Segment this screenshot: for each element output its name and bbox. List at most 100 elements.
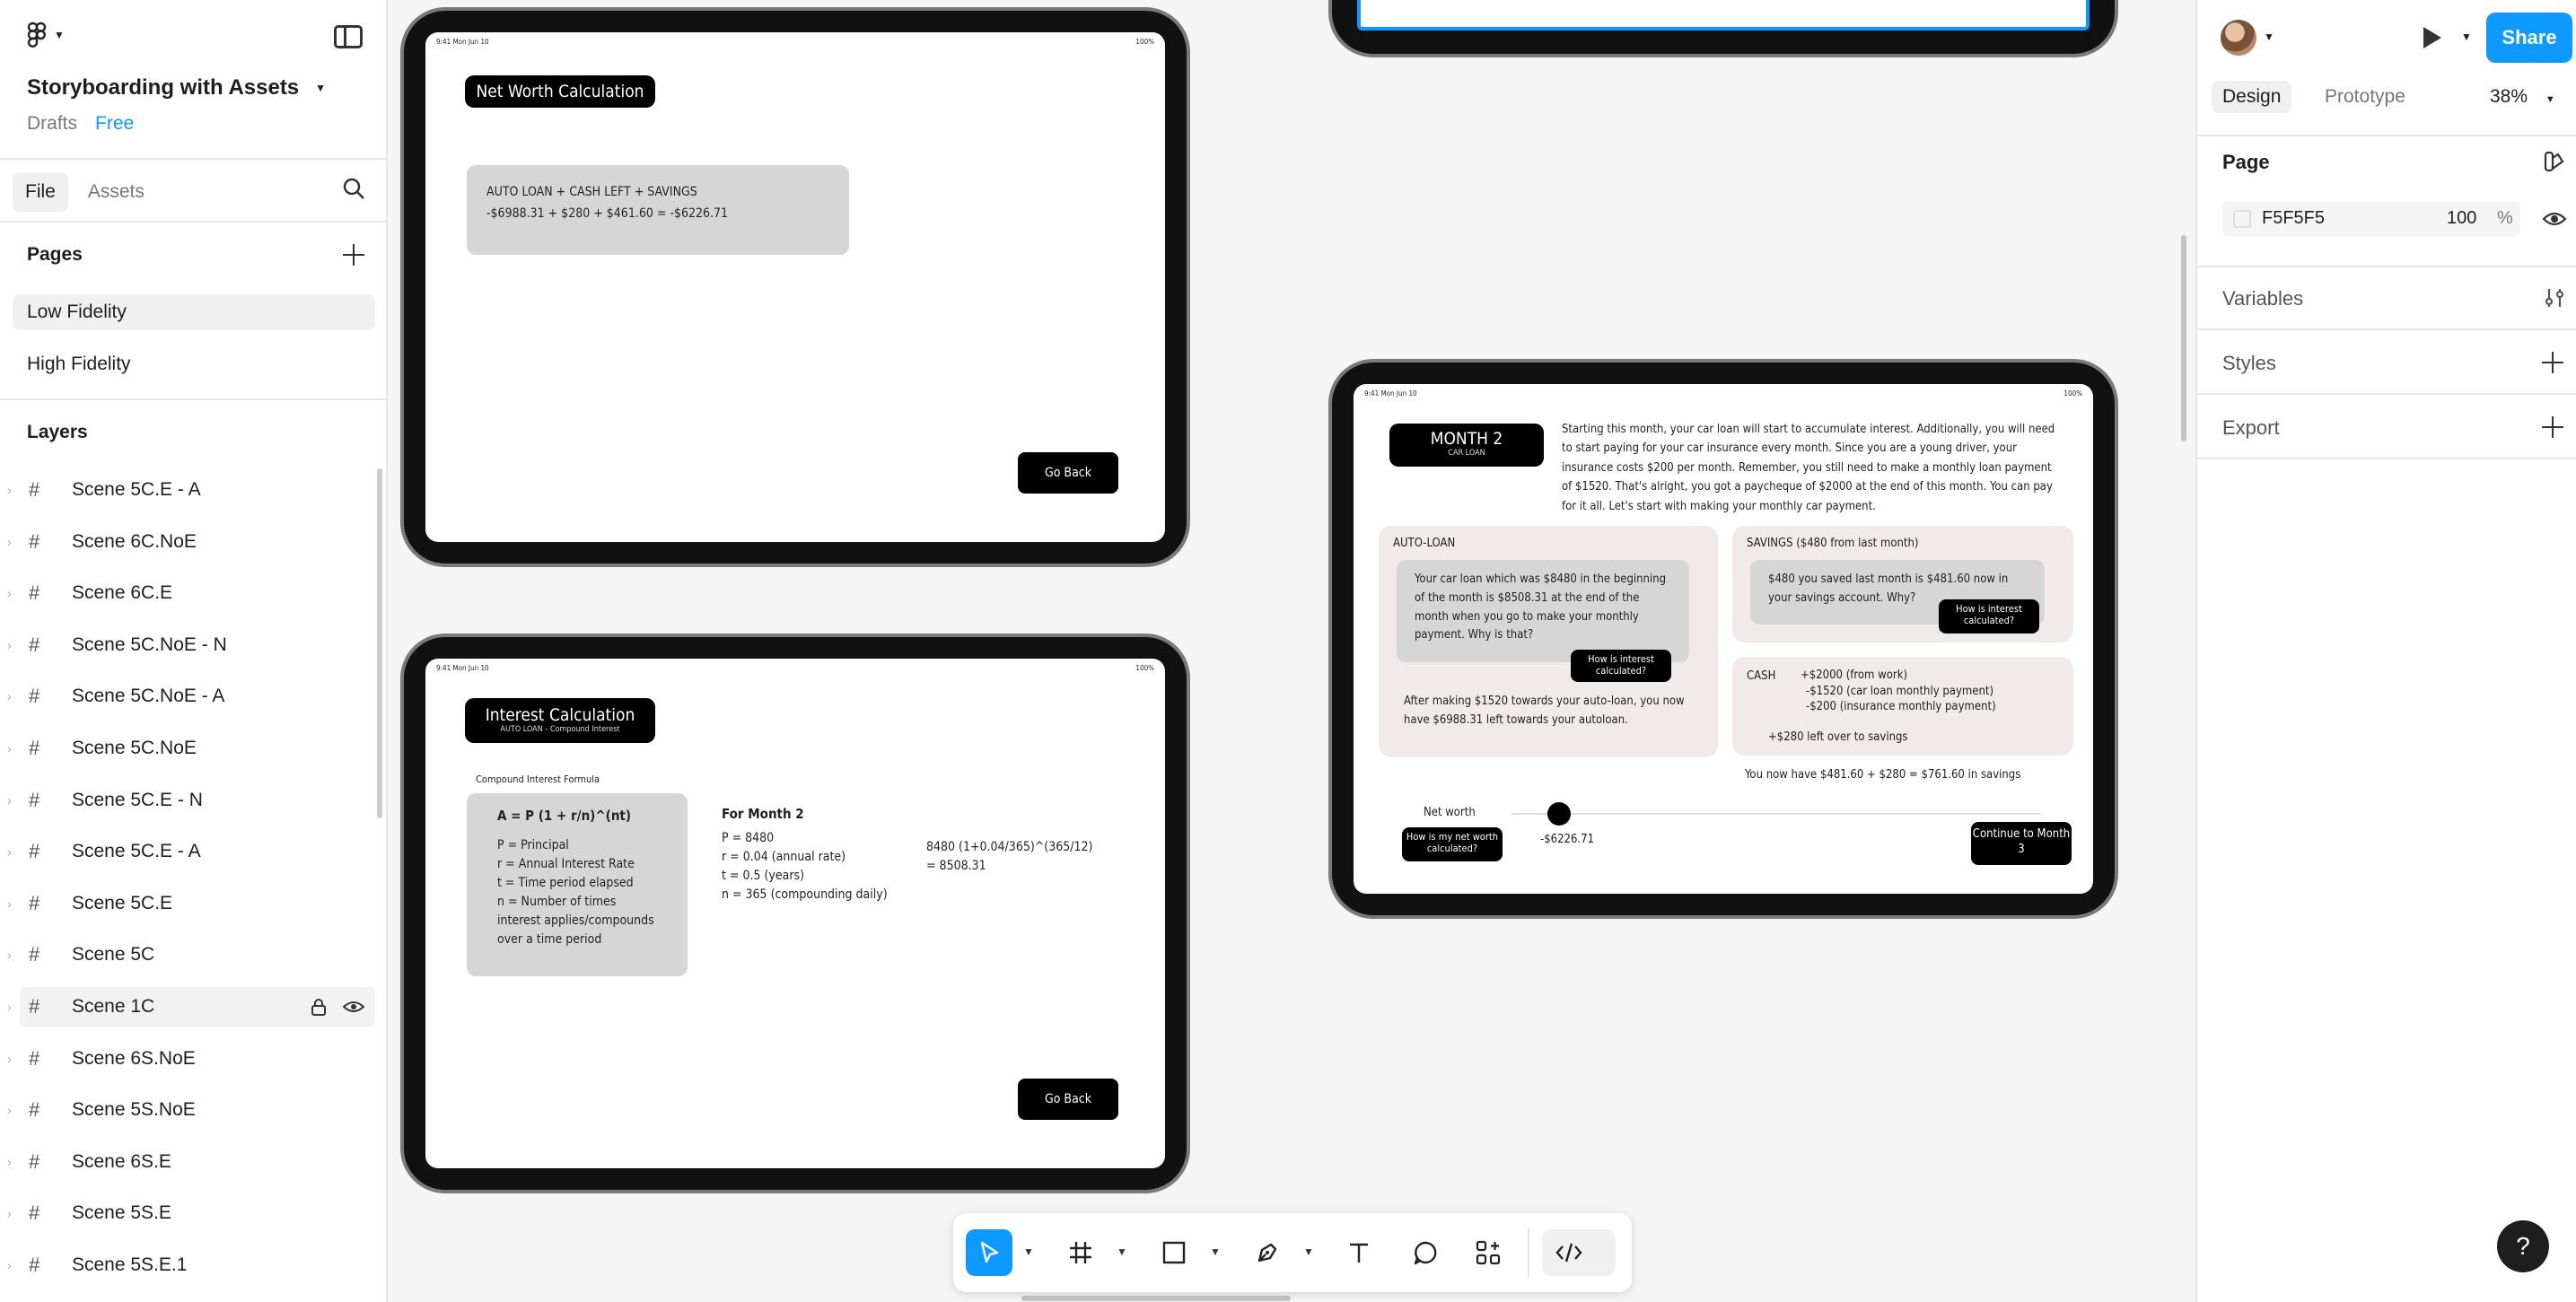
shape-tool[interactable] (1151, 1229, 1197, 1276)
chevron-down-icon[interactable]: ▼ (1303, 1245, 1314, 1258)
expand-chevron-icon[interactable]: › (7, 741, 20, 756)
tab-assets[interactable]: Assets (75, 172, 157, 212)
layer-row[interactable]: › # Scene 5C.NoE (0, 729, 375, 768)
sliders-icon[interactable] (2542, 285, 2567, 310)
layer-row[interactable]: › # Scene 5C.E - N (0, 781, 375, 820)
help-button[interactable]: ? (2497, 1220, 2549, 1272)
plan-badge[interactable]: Free (95, 113, 134, 135)
ipad-frame-month-2[interactable]: 9:41 Mon Jun 10 100% MONTH 2 CAR LOAN Sta… (1328, 359, 2118, 919)
export-heading[interactable]: Export (2222, 416, 2280, 440)
expand-chevron-icon[interactable]: › (7, 1000, 20, 1014)
main-menu-button[interactable]: ▼ (27, 22, 65, 48)
expand-chevron-icon[interactable]: › (7, 689, 20, 703)
layers-heading: Layers (27, 422, 88, 442)
chevron-down-icon[interactable]: ▼ (2461, 31, 2472, 43)
search-icon[interactable] (341, 176, 366, 201)
interest-info-button[interactable]: How is interest calculated? (1571, 650, 1671, 682)
net-worth-info-button[interactable]: How is my net worth calculated? (1402, 827, 1503, 861)
add-export-plus-icon[interactable] (2542, 416, 2563, 438)
expand-chevron-icon[interactable]: › (7, 586, 20, 600)
expand-chevron-icon[interactable]: › (7, 948, 20, 962)
expand-chevron-icon[interactable]: › (7, 1258, 20, 1272)
chevron-down-icon[interactable]: ▼ (2264, 31, 2274, 43)
expand-chevron-icon[interactable]: › (7, 1103, 20, 1117)
frame-tool[interactable] (1057, 1229, 1104, 1276)
divider (2197, 328, 2576, 330)
eye-icon[interactable] (343, 998, 364, 1016)
page-item-low-fidelity[interactable]: Low Fidelity (13, 294, 375, 330)
toolbar-divider (1528, 1228, 1529, 1278)
color-swatch[interactable] (2233, 210, 2251, 228)
comment-tool[interactable] (1402, 1229, 1449, 1276)
styles-heading[interactable]: Styles (2222, 352, 2276, 375)
ipad-frame-net-worth[interactable]: 9:41 Mon Jun 10 100% Net Worth Calculatio… (400, 7, 1190, 567)
library-palette-icon[interactable] (2542, 149, 2567, 174)
layer-row[interactable]: › # Scene 5C.E - A (0, 832, 375, 871)
net-worth-slider-thumb[interactable] (1547, 802, 1571, 826)
layer-row[interactable]: › # Scene 5C (0, 935, 375, 974)
expand-chevron-icon[interactable]: › (7, 1206, 20, 1220)
expand-chevron-icon[interactable]: › (7, 1052, 20, 1066)
layer-row[interactable]: › # Scene 5S.NoE (0, 1090, 375, 1130)
expand-chevron-icon[interactable]: › (7, 483, 20, 497)
expand-chevron-icon[interactable]: › (7, 793, 20, 808)
layer-row[interactable]: › # Scene 5C.NoE - N (0, 625, 375, 665)
go-back-button[interactable]: Go Back (1018, 452, 1118, 494)
move-tool[interactable] (966, 1229, 1012, 1276)
eye-visibility-icon[interactable] (2542, 206, 2567, 232)
canvas[interactable]: 9:41 Mon Jun 10 100% Net Worth Calculatio… (388, 0, 2195, 1302)
layer-row[interactable]: › # Scene 5S.E.1 (0, 1245, 375, 1285)
file-title[interactable]: Storyboarding with Assets ▼ (27, 75, 326, 100)
tab-file[interactable]: File (13, 172, 68, 212)
add-page-plus-icon[interactable] (343, 244, 364, 266)
go-back-button[interactable]: Go Back (1018, 1079, 1118, 1120)
ipad-frame-interest[interactable]: 9:41 Mon Jun 10 100% Interest Calculation… (400, 634, 1190, 1193)
layer-row[interactable]: › # Scene 6C.E (0, 573, 375, 613)
share-button[interactable]: Share (2486, 13, 2572, 63)
actions-tool[interactable] (1465, 1229, 1511, 1276)
expand-chevron-icon[interactable]: › (7, 896, 20, 911)
tab-design[interactable]: Design (2212, 81, 2292, 113)
layer-row[interactable]: › # Scene 6S.NoE (0, 1039, 375, 1079)
interest-info-button[interactable]: How is interest calculated? (1939, 599, 2039, 634)
chevron-down-icon[interactable]: ▼ (1023, 1245, 1034, 1258)
tab-prototype[interactable]: Prototype (2314, 81, 2416, 113)
bg-color-value[interactable]: F5F5F5 (2262, 208, 2325, 229)
left-scrollbar[interactable] (377, 468, 382, 818)
layer-row[interactable]: › # Scene 6S.E (0, 1142, 375, 1182)
chevron-down-icon: ▼ (54, 29, 65, 41)
text-tool[interactable] (1336, 1229, 1382, 1276)
variables-heading[interactable]: Variables (2222, 287, 2303, 310)
layer-row[interactable]: › # Scene 1C (7, 987, 375, 1027)
bg-opacity-value[interactable]: 100 (2447, 208, 2476, 229)
page-item-high-fidelity[interactable]: High Fidelity (13, 346, 375, 382)
user-avatar[interactable] (2221, 20, 2256, 56)
selected-frame-highlight[interactable] (1357, 0, 2090, 31)
layer-row[interactable]: › # Scene 6C.NoE (0, 522, 375, 562)
drafts-link[interactable]: Drafts (27, 113, 77, 135)
expand-chevron-icon[interactable]: › (7, 1155, 20, 1169)
savings-heading: SAVINGS ($480 from last month) (1747, 537, 1919, 550)
ipad-frame-partial[interactable] (1328, 0, 2118, 57)
layer-row[interactable]: › # Scene 5C.NoE - A (0, 677, 375, 716)
pen-tool[interactable] (1244, 1229, 1291, 1276)
frame-hash-icon (1070, 1242, 1091, 1263)
present-play-icon[interactable] (2423, 27, 2441, 48)
add-style-plus-icon[interactable] (2542, 352, 2563, 373)
chevron-down-icon[interactable]: ▼ (1210, 1245, 1221, 1258)
layer-row[interactable]: › # Scene 5C.E - A (0, 470, 375, 510)
continue-button[interactable]: Continue to Month 3 (1971, 822, 2072, 865)
layer-row[interactable]: › # Scene 5C.E (0, 884, 375, 923)
canvas-vertical-scrollbar[interactable] (2181, 235, 2186, 441)
expand-chevron-icon[interactable]: › (7, 844, 20, 859)
expand-chevron-icon[interactable]: › (7, 535, 20, 549)
sidebar-toggle-icon[interactable] (334, 25, 363, 48)
chevron-down-icon[interactable]: ▼ (1117, 1245, 1127, 1258)
dev-mode-toggle[interactable] (1542, 1229, 1616, 1276)
zoom-level[interactable]: 38% ▼ (2490, 86, 2555, 108)
canvas-horizontal-scrollbar[interactable] (1021, 1296, 1291, 1301)
layer-row[interactable]: › # Scene 5S.E (0, 1193, 375, 1233)
page-background-field[interactable]: F5F5F5 100 % (2222, 201, 2520, 237)
expand-chevron-icon[interactable]: › (7, 638, 20, 652)
lock-icon[interactable] (311, 998, 327, 1016)
